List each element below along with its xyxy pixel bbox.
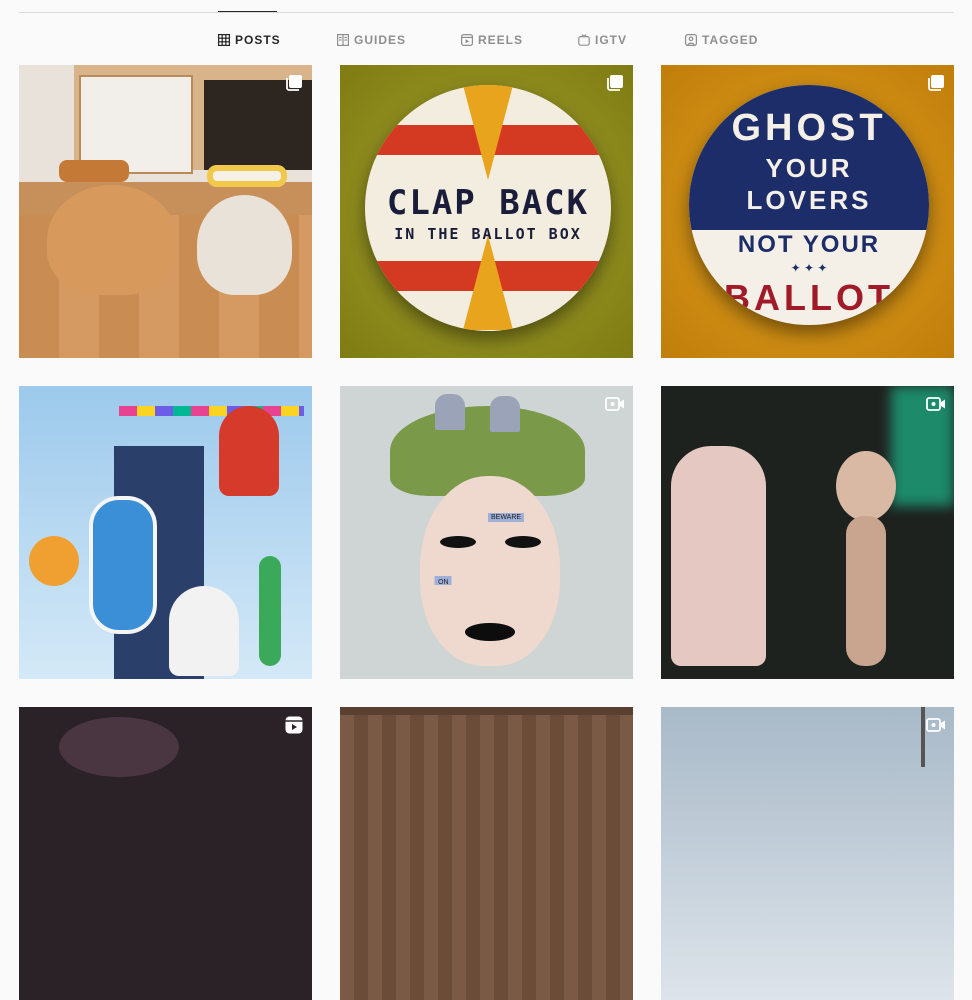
lips-shape (465, 623, 515, 641)
cactus-shape (259, 556, 281, 666)
alien-body-shape (846, 516, 886, 666)
carousel-icon (607, 75, 623, 91)
profile-divider (19, 12, 954, 13)
tombstone-shape (435, 394, 465, 430)
tab-guides[interactable]: GUIDES (337, 30, 406, 50)
tab-posts-label: POSTS (235, 33, 281, 47)
video-icon (605, 397, 624, 411)
left-eye-shape (440, 536, 476, 548)
video-icon (926, 718, 945, 732)
tagged-icon (685, 34, 697, 46)
carousel-icon (286, 75, 302, 91)
toast-crown-shape (59, 160, 129, 182)
yellow-star-bottom (463, 235, 513, 330)
ghost-button-shape: GHOST YOUR LOVERS NOT YOUR ✦ ✦ ✦ BALLOT (689, 85, 929, 325)
tombstone-shape (490, 396, 520, 432)
post-tile[interactable] (19, 707, 312, 1000)
button-text-stars: ✦ ✦ ✦ (790, 261, 828, 275)
post-tile[interactable] (19, 386, 312, 679)
reel-icon (285, 716, 303, 734)
shelf-interior-shape (204, 80, 312, 170)
puppet-doll-shape (671, 446, 766, 666)
post-tile[interactable]: CLAP BACK IN THE BALLOT BOX (340, 65, 633, 358)
tab-tagged[interactable]: TAGGED (685, 30, 758, 50)
tab-igtv[interactable]: IGTV (578, 30, 627, 50)
right-eye-shape (505, 536, 541, 548)
post-tile[interactable] (661, 707, 954, 1000)
pole-shape (921, 707, 925, 767)
profile-tabs: POSTS GUIDES REELS IGTV TAGGED (0, 30, 972, 50)
button-text-line1: CLAP BACK (386, 183, 590, 223)
button-text-line2: IN THE BALLOT BOX (394, 225, 582, 243)
grid-icon (218, 34, 230, 46)
carousel-icon (928, 75, 944, 91)
no-sticker: NO (435, 576, 452, 585)
button-text-your: YOUR (765, 153, 853, 183)
egg-crown-shape (207, 165, 287, 187)
button-text-not-your: NOT YOUR (737, 231, 881, 258)
skeleton-shape (169, 586, 239, 676)
yellow-star-top (463, 85, 513, 180)
fence-top-shape (340, 707, 633, 715)
papel-picado-shape (119, 406, 304, 416)
post-tile[interactable]: GHOST YOUR LOVERS NOT YOUR ✦ ✦ ✦ BALLOT (661, 65, 954, 358)
button-text-lovers: LOVERS (746, 185, 872, 215)
video-icon (926, 397, 945, 411)
post-tile[interactable] (340, 707, 633, 1000)
tab-reels-label: REELS (478, 33, 524, 47)
igtv-icon (578, 34, 590, 46)
alien-head-shape (836, 451, 896, 521)
tab-tagged-label: TAGGED (702, 33, 759, 47)
clap-back-button-shape: CLAP BACK IN THE BALLOT BOX (365, 85, 611, 331)
guides-icon (337, 34, 349, 46)
face-shape (59, 717, 179, 777)
active-tab-indicator (218, 11, 277, 12)
post-tile[interactable]: BEWARE NO (340, 386, 633, 679)
button-text-ghost: GHOST (731, 107, 887, 149)
beware-sticker: BEWARE (488, 513, 525, 522)
flower-bouquet-shape (29, 536, 79, 586)
orange-cat-shape (47, 185, 177, 295)
tab-igtv-label: IGTV (595, 33, 628, 47)
tab-posts[interactable]: POSTS (218, 30, 281, 50)
tab-reels[interactable]: REELS (461, 30, 523, 50)
red-devil-shape (219, 406, 279, 496)
post-tile[interactable] (661, 386, 954, 679)
blue-skeleton-shape (89, 496, 157, 634)
tab-guides-label: GUIDES (354, 33, 407, 47)
post-tile[interactable] (19, 65, 312, 358)
reels-icon (461, 34, 473, 46)
button-text-ballot: BALLOT (724, 277, 894, 318)
white-cat-shape (197, 195, 292, 295)
